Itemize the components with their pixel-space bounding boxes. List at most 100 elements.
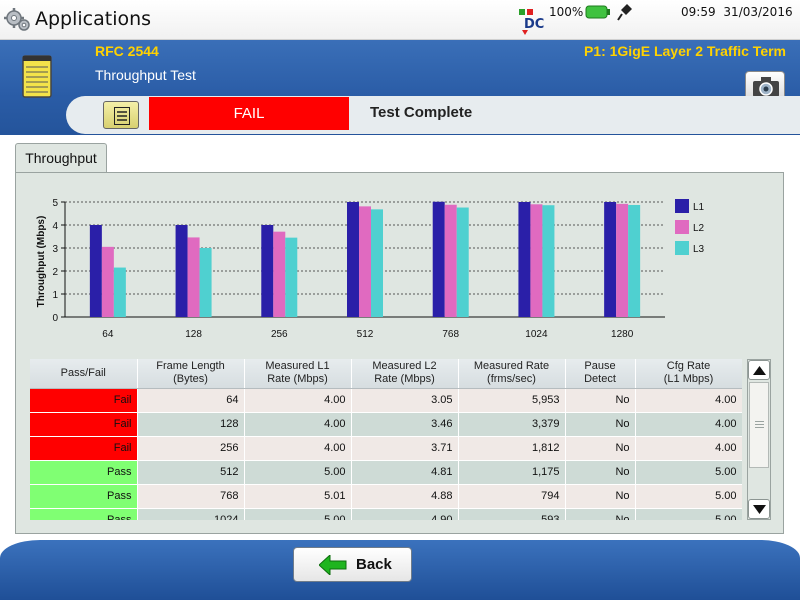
test-name: RFC 2544 <box>95 43 159 59</box>
table-cell-l1: 4.00 <box>244 388 352 413</box>
column-header: Pass/Fail <box>30 359 138 389</box>
table-row[interactable]: Fail 256 4.00 3.71 1,812 No 4.00 <box>30 436 742 461</box>
port-info: P1: 1GigE Layer 2 Traffic Term <box>583 43 786 59</box>
legend-label: L2 <box>693 223 705 234</box>
arrow-left-icon <box>319 555 347 575</box>
table-cell-cfg: 5.00 <box>635 508 742 520</box>
table-cell-rate: 593 <box>458 508 566 520</box>
x-tick-label: 1280 <box>611 329 634 340</box>
results-table: Pass/Fail Frame Length (Bytes) Measured L1 R… <box>30 359 742 520</box>
bar-l2 <box>273 231 286 317</box>
column-header: Frame Length (Bytes) <box>137 359 245 389</box>
list-icon <box>114 107 130 125</box>
bar-l2 <box>530 204 543 317</box>
table-cell-l2: 4.88 <box>351 484 459 509</box>
table-cell-status: Fail <box>30 412 138 437</box>
back-button[interactable]: Back <box>293 547 412 582</box>
table-cell-frame: 128 <box>137 412 245 437</box>
y-tick-label: 1 <box>52 290 58 301</box>
results-menu-button[interactable] <box>103 101 139 129</box>
arrow-up-icon <box>753 366 766 375</box>
column-header-text: Rate (Mbps) <box>374 373 435 386</box>
time: 09:59 <box>681 5 716 19</box>
camera-icon <box>753 77 779 97</box>
table-cell-rate: 3,379 <box>458 412 566 437</box>
table-cell-rate: 5,953 <box>458 388 566 413</box>
table-cell-l2: 3.71 <box>351 436 459 461</box>
table-cell-l1: 5.00 <box>244 460 352 485</box>
bar-l3 <box>628 204 641 317</box>
arrow-down-icon <box>753 505 766 514</box>
legend-swatch <box>675 199 689 213</box>
battery-percentage: 100% <box>549 5 584 19</box>
column-header-text: Pause <box>584 360 616 373</box>
table-cell-frame: 768 <box>137 484 245 509</box>
table-row[interactable]: Pass 512 5.00 4.81 1,175 No 5.00 <box>30 460 742 485</box>
bar-l2 <box>444 204 457 317</box>
grip-line <box>755 424 764 425</box>
table-cell-l2: 3.46 <box>351 412 459 437</box>
table-row[interactable]: Pass 768 5.01 4.88 794 No 5.00 <box>30 484 742 509</box>
column-header: Measured Rate (frms/sec) <box>458 359 566 389</box>
table-cell-cfg: 4.00 <box>635 412 742 437</box>
table-row[interactable]: Pass 1024 5.00 4.90 593 No 5.00 <box>30 508 742 520</box>
bar-l2 <box>359 206 371 317</box>
table-cell-cfg: 4.00 <box>635 436 742 461</box>
table-cell-rate: 1,812 <box>458 436 566 461</box>
bar-l3 <box>456 207 469 317</box>
table-cell-cfg: 5.00 <box>635 460 742 485</box>
column-header: Pause Detect <box>565 359 636 389</box>
table-cell-frame: 256 <box>137 436 245 461</box>
notepad-icon[interactable] <box>22 54 52 98</box>
test-result-badge: FAIL <box>149 97 349 130</box>
column-header: Measured L1 Rate (Mbps) <box>244 359 352 389</box>
x-tick-label: 512 <box>357 329 374 340</box>
gears-icon <box>4 8 30 31</box>
table-cell-status: Fail <box>30 436 138 461</box>
column-header-text: Rate (Mbps) <box>267 373 328 386</box>
system-bar: Applications DC 100% 09:59 31/03/2016 <box>0 0 800 40</box>
table-cell-l2: 4.81 <box>351 460 459 485</box>
y-tick-label: 5 <box>52 198 58 209</box>
y-axis-label: Throughput (Mbps) <box>36 216 47 308</box>
throughput-chart: 0 1 2 3 4 5 Throughput (Mbps) 64 128 256 512 768 102… <box>36 198 705 340</box>
table-cell-status: Fail <box>30 388 138 413</box>
x-tick-label: 256 <box>271 329 288 340</box>
scroll-up-button[interactable] <box>748 360 770 380</box>
clock: 09:59 31/03/2016 <box>681 5 793 19</box>
table-cell-l2: 4.90 <box>351 508 459 520</box>
legend-label: L1 <box>693 202 705 213</box>
bar-l1 <box>261 225 274 317</box>
tab-throughput[interactable]: Throughput <box>15 143 107 173</box>
table-cell-frame: 1024 <box>137 508 245 520</box>
table-cell-rate: 794 <box>458 484 566 509</box>
x-tick-label: 64 <box>102 329 114 340</box>
power-plug-icon <box>617 4 632 21</box>
back-label: Back <box>356 556 392 573</box>
x-tick-label: 128 <box>185 329 202 340</box>
grip-line <box>755 421 764 422</box>
table-row[interactable]: Fail 64 4.00 3.05 5,953 No 4.00 <box>30 388 742 413</box>
column-header-text: Measured L2 <box>372 360 437 373</box>
grip-line <box>755 427 764 428</box>
column-header-text: (frms/sec) <box>487 373 536 386</box>
legend-label: L3 <box>693 244 705 255</box>
table-cell-status: Pass <box>30 508 138 520</box>
bar-l1 <box>518 202 531 317</box>
table-scrollbar[interactable] <box>747 359 771 520</box>
svg-text:DC: DC <box>524 17 544 32</box>
table-cell-pause: No <box>565 412 636 437</box>
scroll-down-button[interactable] <box>748 499 770 519</box>
bar-l1 <box>347 202 359 317</box>
column-header-text: (Bytes) <box>173 373 208 386</box>
table-cell-l1: 4.00 <box>244 412 352 437</box>
column-header: Cfg Rate (L1 Mbps) <box>635 359 742 389</box>
x-tick-label: 768 <box>442 329 459 340</box>
bar-l1 <box>89 225 102 317</box>
column-header-text: Pass/Fail <box>60 366 106 379</box>
scroll-thumb[interactable] <box>749 382 769 468</box>
column-header-text: Detect <box>584 373 616 386</box>
y-tick-label: 4 <box>52 221 58 232</box>
table-row[interactable]: Fail 128 4.00 3.46 3,379 No 4.00 <box>30 412 742 437</box>
test-status-text: Test Complete <box>370 104 473 121</box>
